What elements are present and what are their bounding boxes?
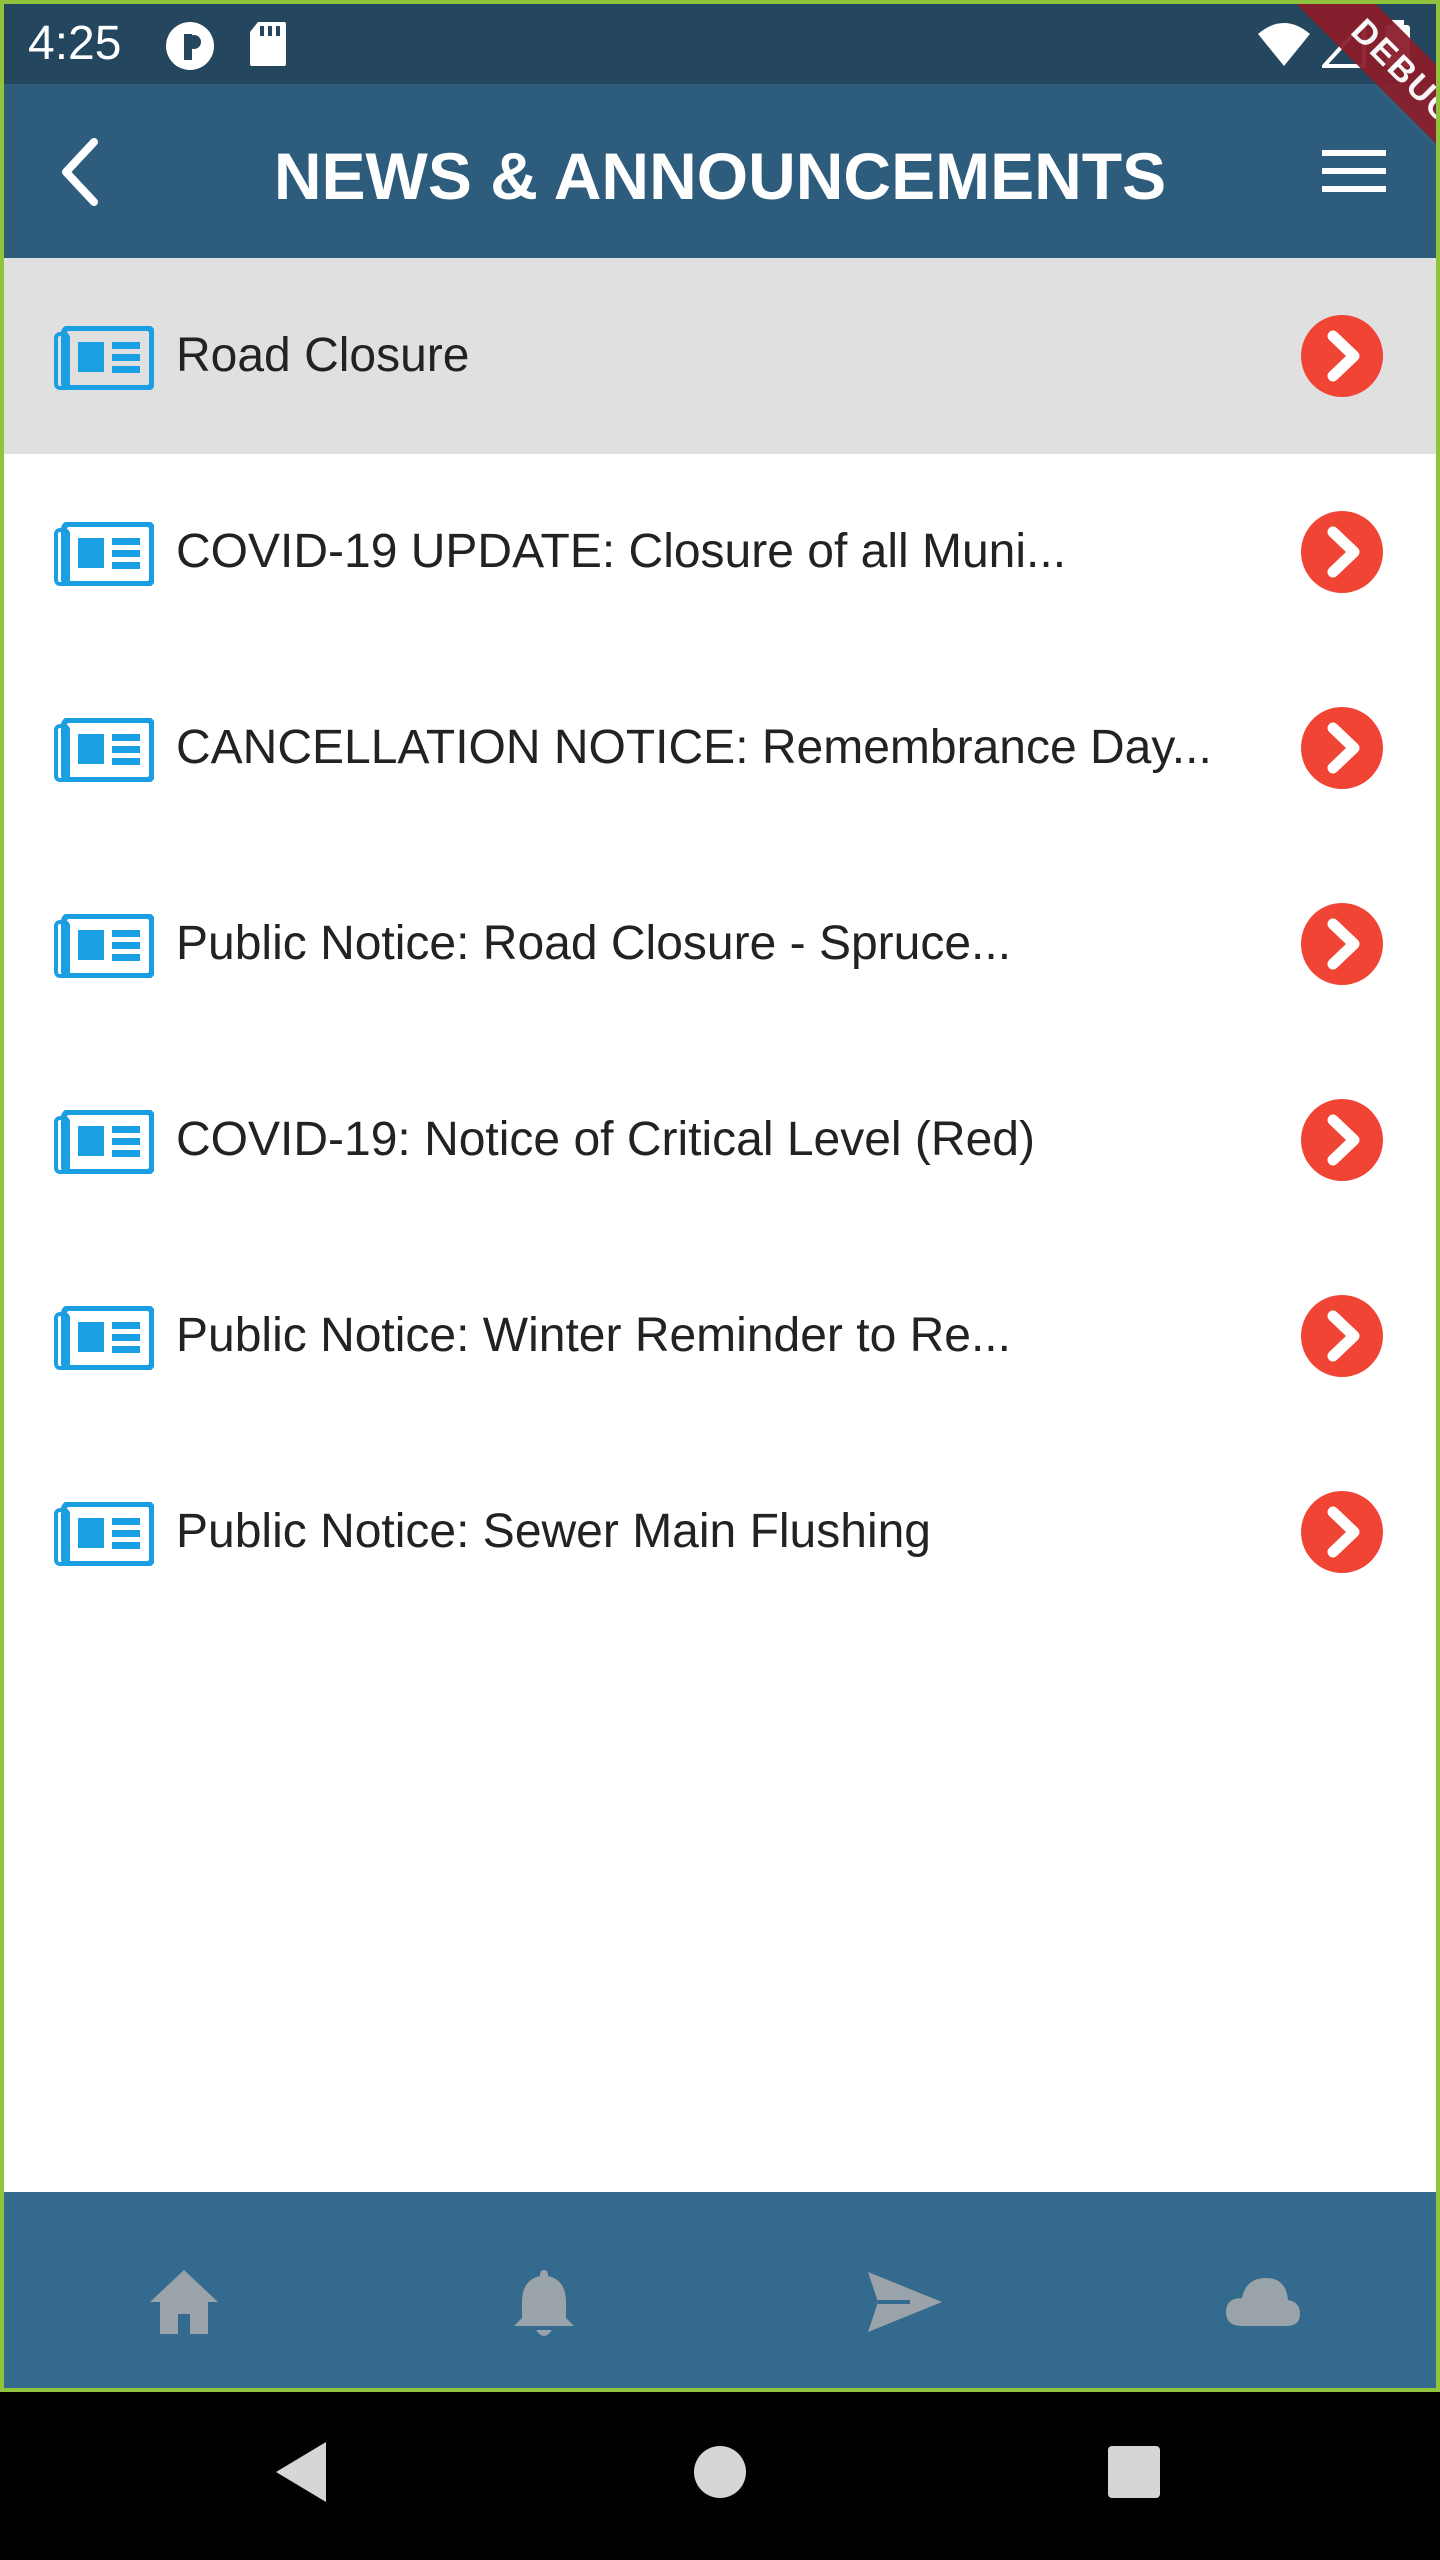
list-item[interactable]: Public Notice: Sewer Main Flushing	[4, 1434, 1436, 1630]
list-item[interactable]: Public Notice: Winter Reminder to Re...	[4, 1238, 1436, 1434]
chevron-right-circle-icon[interactable]	[1300, 706, 1384, 790]
list-item-label: CANCELLATION NOTICE: Remembrance Day...	[176, 721, 1212, 774]
chevron-right-circle-icon[interactable]	[1300, 902, 1384, 986]
list-item[interactable]: COVID-19 UPDATE: Closure of all Muni...	[4, 454, 1436, 650]
app-frame: 4:25 NEWS & ANNOUNCEMENTS DEBUG Road Clo…	[0, 0, 1440, 2392]
chevron-right-circle-icon[interactable]	[1300, 314, 1384, 398]
list-item[interactable]: Public Notice: Road Closure - Spruce...	[4, 846, 1436, 1042]
newspaper-icon	[54, 1502, 154, 1566]
app-notification-icon	[166, 22, 214, 70]
list-item-label: COVID-19 UPDATE: Closure of all Muni...	[176, 525, 1067, 578]
app-bar: NEWS & ANNOUNCEMENTS	[4, 84, 1436, 258]
home-icon[interactable]	[144, 2262, 224, 2342]
send-icon[interactable]	[864, 2262, 944, 2342]
cloud-icon[interactable]	[1222, 2262, 1302, 2342]
bell-icon[interactable]	[504, 2262, 584, 2342]
newspaper-icon	[54, 914, 154, 978]
chevron-right-circle-icon[interactable]	[1300, 1490, 1384, 1574]
chevron-right-circle-icon[interactable]	[1300, 1098, 1384, 1182]
chevron-right-circle-icon[interactable]	[1300, 510, 1384, 594]
recents-square-icon[interactable]	[1094, 2432, 1174, 2512]
newspaper-icon	[54, 522, 154, 586]
newspaper-icon	[54, 718, 154, 782]
status-time: 4:25	[28, 17, 122, 70]
news-list: Road Closure COVID-19 UPDATE: Closure of …	[4, 258, 1436, 1630]
list-item[interactable]: CANCELLATION NOTICE: Remembrance Day...	[4, 650, 1436, 846]
list-item-label: Public Notice: Sewer Main Flushing	[176, 1505, 931, 1558]
list-item-label: Road Closure	[176, 329, 470, 382]
chevron-left-icon[interactable]	[44, 132, 124, 212]
home-circle-icon[interactable]	[680, 2432, 760, 2512]
status-bar: 4:25	[4, 4, 1436, 84]
sd-card-icon	[250, 22, 286, 66]
bottom-nav	[4, 2192, 1436, 2388]
wifi-icon	[1258, 23, 1310, 66]
system-navigation-bar	[0, 2392, 1440, 2560]
list-item-label: COVID-19: Notice of Critical Level (Red)	[176, 1113, 1035, 1166]
list-item[interactable]: COVID-19: Notice of Critical Level (Red)	[4, 1042, 1436, 1238]
back-triangle-icon[interactable]	[262, 2432, 342, 2512]
hamburger-menu-icon[interactable]	[1314, 134, 1394, 214]
list-item-label: Public Notice: Road Closure - Spruce...	[176, 917, 1012, 970]
chevron-right-circle-icon[interactable]	[1300, 1294, 1384, 1378]
newspaper-icon	[54, 1110, 154, 1174]
list-item[interactable]: Road Closure	[4, 258, 1436, 454]
newspaper-icon	[54, 1306, 154, 1370]
page-title: NEWS & ANNOUNCEMENTS	[273, 139, 1167, 213]
newspaper-icon	[54, 326, 154, 390]
list-item-label: Public Notice: Winter Reminder to Re...	[176, 1309, 1011, 1362]
